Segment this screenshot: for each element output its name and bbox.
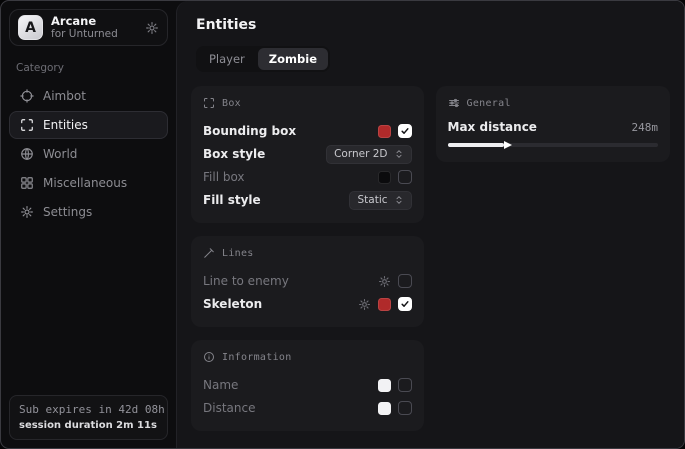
color-swatch[interactable] bbox=[378, 125, 391, 138]
tab-bar: Player Zombie bbox=[196, 46, 330, 72]
chevrons-up-down-icon bbox=[394, 195, 404, 205]
row-fill-box: Fill box bbox=[203, 166, 412, 188]
color-swatch[interactable] bbox=[378, 402, 391, 415]
color-swatch[interactable] bbox=[378, 171, 391, 184]
name-checkbox[interactable] bbox=[398, 378, 412, 392]
row-label: Name bbox=[203, 378, 238, 392]
select-value: Corner 2D bbox=[334, 148, 387, 160]
row-label: Max distance bbox=[448, 120, 537, 134]
color-swatch[interactable] bbox=[378, 298, 391, 311]
sidebar-item-label: Settings bbox=[43, 205, 92, 219]
sidebar-item-label: Miscellaneous bbox=[43, 176, 127, 190]
card-title: Lines bbox=[222, 248, 254, 259]
brand-text: Arcane for Unturned bbox=[51, 15, 137, 40]
gear-icon bbox=[20, 205, 34, 219]
sub-expiry-text: Sub expires in 42d 08h bbox=[19, 402, 158, 419]
sidebar-item-entities[interactable]: Entities bbox=[9, 111, 168, 139]
row-fill-style: Fill style Static bbox=[203, 189, 412, 211]
sidebar-item-world[interactable]: World bbox=[9, 140, 168, 168]
bounding-box-checkbox[interactable] bbox=[398, 124, 412, 138]
row-label: Line to enemy bbox=[203, 274, 289, 288]
card-general-header: General bbox=[448, 97, 658, 109]
card-title: General bbox=[467, 98, 511, 109]
card-box-header: Box bbox=[203, 97, 412, 109]
fill-style-select[interactable]: Static bbox=[349, 191, 411, 210]
brand-box: A Arcane for Unturned bbox=[9, 9, 168, 46]
slider-thumb[interactable] bbox=[504, 141, 512, 149]
card-title: Box bbox=[222, 98, 241, 109]
box-style-select[interactable]: Corner 2D bbox=[326, 145, 411, 164]
check-icon bbox=[400, 126, 410, 136]
sidebar-item-settings[interactable]: Settings bbox=[9, 198, 168, 226]
row-label: Fill box bbox=[203, 170, 245, 184]
app-logo: A bbox=[18, 15, 43, 40]
gear-icon[interactable] bbox=[378, 275, 391, 288]
app-name: Arcane bbox=[51, 15, 137, 28]
subscription-info-box: Sub expires in 42d 08h session duration … bbox=[9, 395, 168, 441]
info-icon bbox=[203, 351, 215, 363]
row-skeleton: Skeleton bbox=[203, 293, 412, 315]
card-box: Box Bounding box bbox=[191, 86, 424, 223]
page-title: Entities bbox=[196, 17, 670, 33]
sidebar: A Arcane for Unturned Category Aimbot En… bbox=[1, 1, 176, 448]
row-label: Bounding box bbox=[203, 124, 296, 138]
row-label: Fill style bbox=[203, 193, 261, 207]
card-information: Information Name bbox=[191, 340, 424, 431]
tab-label: Zombie bbox=[269, 52, 317, 66]
app-window: A Arcane for Unturned Category Aimbot En… bbox=[0, 0, 685, 449]
gear-icon[interactable] bbox=[358, 298, 371, 311]
max-distance-value: 248m bbox=[632, 121, 659, 134]
row-name: Name bbox=[203, 374, 412, 396]
session-duration-text: session duration 2m 11s bbox=[19, 418, 158, 433]
skeleton-checkbox[interactable] bbox=[398, 297, 412, 311]
row-bounding-box: Bounding box bbox=[203, 120, 412, 142]
scan-icon bbox=[20, 118, 34, 132]
card-title: Information bbox=[222, 352, 292, 363]
sidebar-item-miscellaneous[interactable]: Miscellaneous bbox=[9, 169, 168, 197]
sidebar-item-aimbot[interactable]: Aimbot bbox=[9, 82, 168, 110]
scan-icon bbox=[203, 97, 215, 109]
chevrons-up-down-icon bbox=[394, 149, 404, 159]
category-label: Category bbox=[16, 62, 168, 74]
check-icon bbox=[400, 299, 410, 309]
slider-fill bbox=[448, 143, 505, 147]
sidebar-item-label: World bbox=[43, 147, 77, 161]
sliders-icon bbox=[448, 97, 460, 109]
row-label: Skeleton bbox=[203, 297, 262, 311]
gear-icon[interactable] bbox=[145, 21, 159, 35]
globe-icon bbox=[20, 147, 34, 161]
card-information-header: Information bbox=[203, 351, 412, 363]
color-swatch[interactable] bbox=[378, 379, 391, 392]
row-label: Box style bbox=[203, 147, 265, 161]
fill-box-checkbox[interactable] bbox=[398, 170, 412, 184]
distance-checkbox[interactable] bbox=[398, 401, 412, 415]
grid-icon bbox=[20, 176, 34, 190]
row-distance: Distance bbox=[203, 397, 412, 419]
card-general: General Max distance 248m bbox=[436, 86, 670, 162]
max-distance-slider[interactable] bbox=[448, 140, 658, 150]
row-label: Distance bbox=[203, 401, 255, 415]
app-subtitle: for Unturned bbox=[51, 28, 137, 40]
row-box-style: Box style Corner 2D bbox=[203, 143, 412, 165]
tab-zombie[interactable]: Zombie bbox=[258, 48, 328, 70]
main-panel: Entities Player Zombie Box Bounding box bbox=[176, 1, 684, 448]
row-line-to-enemy: Line to enemy bbox=[203, 270, 412, 292]
card-lines: Lines Line to enemy bbox=[191, 236, 424, 327]
card-lines-header: Lines bbox=[203, 247, 412, 259]
line-to-enemy-checkbox[interactable] bbox=[398, 274, 412, 288]
select-value: Static bbox=[357, 194, 387, 206]
sidebar-item-label: Aimbot bbox=[43, 89, 86, 103]
row-max-distance: Max distance 248m bbox=[448, 120, 658, 134]
crosshair-icon bbox=[20, 89, 34, 103]
pencil-line-icon bbox=[203, 247, 215, 259]
tab-label: Player bbox=[209, 52, 245, 66]
tab-player[interactable]: Player bbox=[198, 48, 256, 70]
sidebar-item-label: Entities bbox=[43, 118, 88, 132]
